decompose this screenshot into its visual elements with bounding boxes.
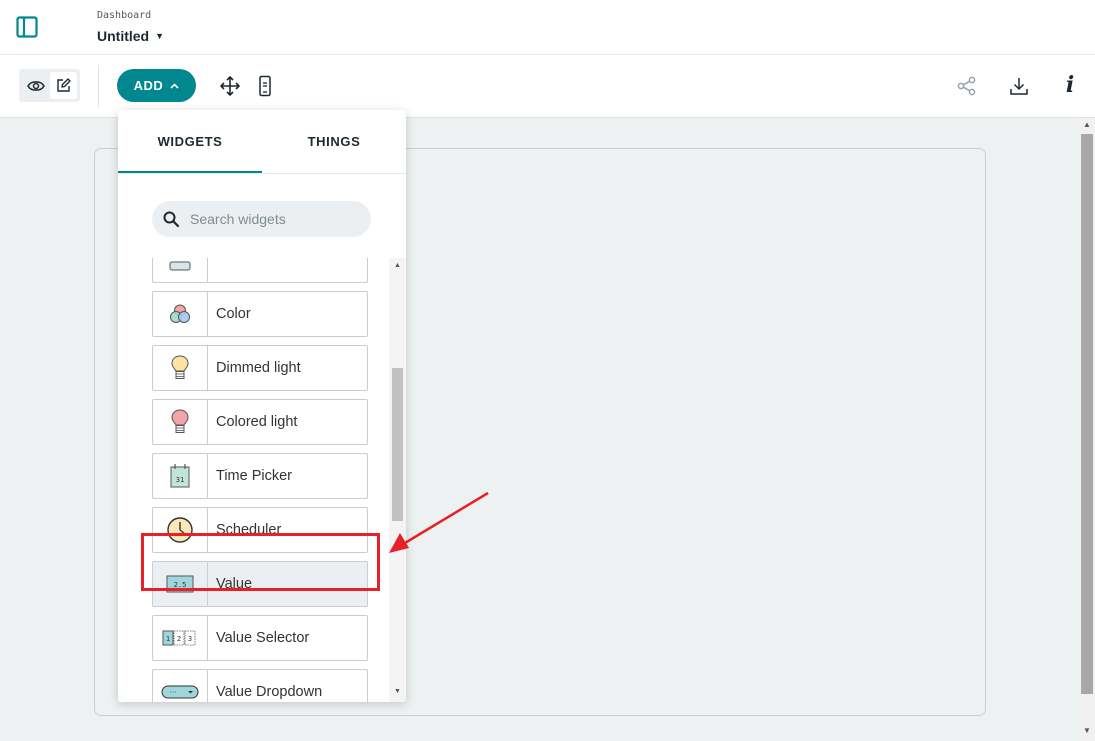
widget-list: Color Dimmed light Colored light 31 Time… [152, 258, 368, 702]
tab-widgets[interactable]: WIDGETS [118, 110, 262, 173]
top-header: Dashboard Untitled ▼ [0, 0, 1095, 55]
colored-light-icon [153, 400, 208, 444]
list-item-value-selector[interactable]: 1 2 3 Value Selector [152, 615, 368, 661]
page-scrollbar-thumb[interactable] [1081, 134, 1093, 694]
breadcrumb: Dashboard [97, 10, 152, 21]
search-input[interactable] [190, 201, 365, 237]
list-item-time-picker[interactable]: 31 Time Picker [152, 453, 368, 499]
tab-things[interactable]: THINGS [262, 110, 406, 173]
list-item-label: Value Selector [216, 630, 310, 646]
list-item-value-dropdown[interactable]: ··· Value Dropdown [152, 669, 368, 702]
share-icon[interactable] [956, 75, 978, 97]
dropdown-icon: ··· [153, 670, 208, 702]
search-box[interactable] [152, 201, 371, 237]
dropdown-icon-dots: ··· [170, 689, 177, 697]
eye-icon [27, 80, 45, 91]
list-scroll-down-icon[interactable]: ▼ [389, 686, 406, 698]
scroll-down-arrow-icon[interactable]: ▼ [1079, 724, 1095, 738]
widget-icon [153, 258, 208, 282]
calendar-icon: 31 [153, 454, 208, 498]
selector-option-2: 2 [177, 635, 181, 643]
toolbar: ADD i [0, 55, 1095, 118]
tab-divider [118, 173, 406, 174]
list-item-colored-light[interactable]: Colored light [152, 399, 368, 445]
value-selector-icon: 1 2 3 [153, 616, 208, 660]
info-icon[interactable]: i [1060, 73, 1080, 97]
calendar-day-number: 31 [176, 476, 184, 484]
dashboard-title-dropdown[interactable]: Untitled ▼ [97, 28, 164, 44]
highlight-box [141, 533, 380, 591]
list-item-dimmed-light[interactable]: Dimmed light [152, 345, 368, 391]
widget-list-viewport: Color Dimmed light Colored light 31 Time… [118, 258, 389, 702]
page-scrollbar[interactable]: ▲ ▼ [1079, 118, 1095, 741]
list-item-color[interactable]: Color [152, 291, 368, 337]
add-button[interactable]: ADD [117, 69, 196, 102]
widget-list-scrollbar[interactable]: ▲ ▼ [389, 258, 406, 702]
list-item-label: Time Picker [216, 468, 292, 484]
list-item-label: Colored light [216, 414, 298, 430]
pencil-edit-icon [57, 78, 71, 92]
mobile-view-icon[interactable] [255, 75, 275, 97]
selector-option-1: 1 [166, 635, 170, 643]
add-widget-panel: WIDGETS THINGS Search widgets Color Dimm… [118, 110, 406, 702]
add-button-label: ADD [133, 78, 164, 93]
view-mode-button[interactable] [23, 73, 49, 98]
list-item-label: Value Dropdown [216, 684, 323, 700]
download-icon[interactable] [1008, 75, 1030, 97]
search-icon [163, 211, 180, 228]
page-title: Untitled [97, 28, 150, 44]
dimmed-light-icon [153, 346, 208, 390]
list-item-label: Dimmed light [216, 360, 301, 376]
list-item-label: Color [216, 306, 251, 322]
caret-down-icon: ▼ [155, 31, 165, 41]
scroll-up-arrow-icon[interactable]: ▲ [1079, 118, 1095, 132]
edit-mode-button[interactable] [50, 72, 77, 99]
annotation-arrow-icon [389, 491, 489, 553]
move-arrows-icon[interactable] [219, 75, 241, 97]
chevron-up-icon [170, 82, 179, 89]
list-item[interactable] [152, 258, 368, 283]
toolbar-divider [98, 65, 99, 107]
color-icon [153, 292, 208, 336]
list-scroll-up-icon[interactable]: ▲ [389, 260, 406, 272]
mode-toggle-group [19, 69, 80, 102]
selector-option-3: 3 [188, 635, 192, 643]
sidebar-toggle-icon[interactable] [16, 16, 38, 38]
